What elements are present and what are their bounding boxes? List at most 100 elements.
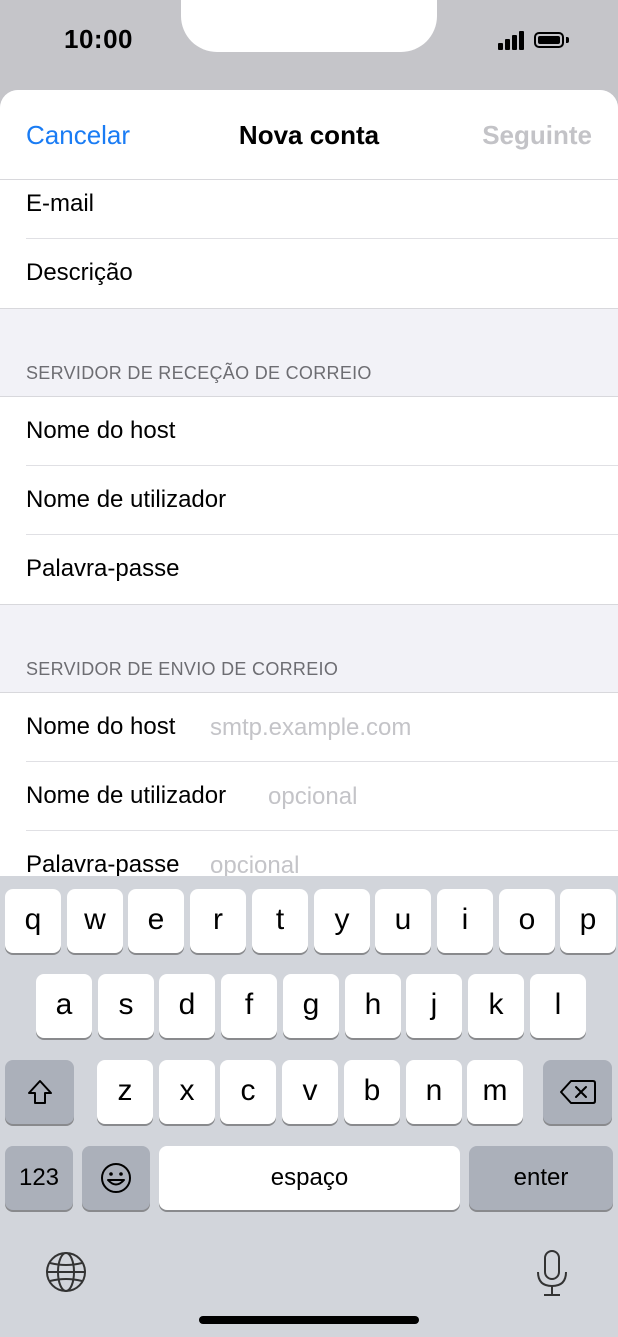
space-key[interactable]: espaço: [159, 1146, 460, 1210]
key-label: y: [334, 903, 350, 936]
battery-icon: [534, 32, 564, 48]
key-label: h: [364, 988, 382, 1021]
key-label: a: [55, 988, 73, 1021]
key-label: j: [430, 988, 438, 1021]
incoming-password-row[interactable]: Palavra-passe: [0, 535, 618, 604]
description-label: Descrição: [26, 259, 133, 286]
outgoing-username-row[interactable]: Nome de utilizador: [0, 762, 618, 831]
space-key-label: espaço: [270, 1164, 349, 1191]
incoming-username-row[interactable]: Nome de utilizador: [0, 466, 618, 535]
key-q[interactable]: q: [5, 889, 61, 953]
key-label: s: [118, 988, 134, 1021]
key-label: q: [24, 903, 42, 936]
keyboard: q wer t y u i o p a s d f g h j k l z x c v b n m 123 espaço …: [0, 876, 618, 1337]
key-label: z: [117, 1074, 133, 1107]
key-n[interactable]: n: [406, 1060, 462, 1124]
incoming-server-group: Nome do host Nome de utilizador Palavra-…: [0, 397, 618, 604]
next-button[interactable]: Seguinte: [482, 120, 592, 151]
key-k[interactable]: k: [468, 974, 524, 1038]
key-label: k: [488, 988, 504, 1021]
outgoing-section-header: SERVIDOR DE ENVIO DE CORREIO: [26, 659, 339, 679]
key-label: u: [394, 903, 412, 936]
key-o[interactable]: o: [499, 889, 555, 953]
shift-icon: [27, 1080, 52, 1104]
key-label: i: [461, 903, 469, 936]
dictation-button[interactable]: [530, 1248, 574, 1300]
numbers-key[interactable]: 123: [5, 1146, 73, 1210]
enter-key-label: enter: [513, 1164, 569, 1191]
key-r[interactable]: r: [190, 889, 246, 953]
key-label: p: [579, 903, 597, 936]
key-y[interactable]: y: [314, 889, 370, 953]
key-g[interactable]: g: [283, 974, 339, 1038]
shift-key[interactable]: [5, 1060, 74, 1124]
incoming-host-row[interactable]: Nome do host: [0, 397, 618, 466]
navigation-bar: Cancelar Nova conta Seguinte: [0, 90, 618, 180]
key-u[interactable]: u: [375, 889, 431, 953]
key-label: t: [275, 903, 285, 936]
key-d[interactable]: d: [159, 974, 215, 1038]
key-label: d: [178, 988, 196, 1021]
outgoing-host-row[interactable]: Nome do host: [0, 693, 618, 762]
key-l[interactable]: l: [530, 974, 586, 1038]
key-label: m: [482, 1074, 508, 1107]
outgoing-server-group: Nome do host Nome de utilizador Palavra-…: [0, 693, 618, 893]
incoming-username-label: Nome de utilizador: [26, 486, 227, 513]
emoji-key[interactable]: [82, 1146, 150, 1210]
outgoing-username-input[interactable]: [268, 782, 568, 812]
key-label: n: [425, 1074, 443, 1107]
outgoing-host-input[interactable]: [210, 713, 510, 743]
key-b[interactable]: b: [344, 1060, 400, 1124]
key-x[interactable]: x: [159, 1060, 215, 1124]
backspace-key[interactable]: [543, 1060, 612, 1124]
group-divider: [0, 308, 618, 309]
key-i[interactable]: i: [437, 889, 493, 953]
account-group: E-mail Descrição: [0, 180, 618, 308]
key-a[interactable]: a: [36, 974, 92, 1038]
description-row[interactable]: Descrição: [0, 239, 618, 308]
email-label: E-mail: [26, 190, 95, 217]
status-icons: [474, 30, 574, 52]
battery-cap: [566, 37, 569, 43]
cancel-button[interactable]: Cancelar: [26, 120, 130, 151]
backspace-icon: [559, 1080, 596, 1104]
key-label: r: [213, 903, 223, 936]
key-s[interactable]: s: [98, 974, 154, 1038]
key-label: x: [179, 1074, 195, 1107]
key-label: g: [302, 988, 320, 1021]
key-e[interactable]: e: [128, 889, 184, 953]
key-v[interactable]: v: [282, 1060, 338, 1124]
key-w[interactable]: w: [67, 889, 123, 953]
screen: 10:00 Cancelar Nova conta Seguinte E-mai…: [0, 0, 618, 1337]
key-c[interactable]: c: [220, 1060, 276, 1124]
incoming-host-label: Nome do host: [26, 417, 176, 444]
emoji-icon: [101, 1163, 131, 1193]
key-j[interactable]: j: [406, 974, 462, 1038]
key-z[interactable]: z: [97, 1060, 153, 1124]
group-divider: [0, 604, 618, 605]
key-label: c: [240, 1074, 256, 1107]
key-p[interactable]: p: [560, 889, 616, 953]
key-h[interactable]: h: [345, 974, 401, 1038]
status-time: 10:00: [64, 24, 133, 54]
globe-button[interactable]: [44, 1250, 92, 1298]
microphone-icon: [537, 1250, 567, 1296]
key-label: f: [244, 988, 254, 1021]
key-label: b: [363, 1074, 381, 1107]
outgoing-host-label: Nome do host: [26, 713, 176, 740]
key-label: w: [84, 903, 106, 936]
outgoing-password-label: Palavra-passe: [26, 851, 180, 878]
email-row[interactable]: E-mail: [0, 180, 618, 239]
key-label: l: [554, 988, 562, 1021]
outgoing-username-label: Nome de utilizador: [26, 782, 227, 809]
enter-key[interactable]: enter: [469, 1146, 613, 1210]
key-f[interactable]: f: [221, 974, 277, 1038]
key-label: o: [518, 903, 536, 936]
key-m[interactable]: m: [467, 1060, 523, 1124]
key-label: v: [302, 1074, 318, 1107]
home-indicator: [199, 1316, 419, 1324]
incoming-password-label: Palavra-passe: [26, 555, 180, 582]
incoming-section-header: SERVIDOR DE RECEÇÃO DE CORREIO: [26, 363, 372, 383]
key-t[interactable]: t: [252, 889, 308, 953]
device-notch: [181, 0, 437, 52]
